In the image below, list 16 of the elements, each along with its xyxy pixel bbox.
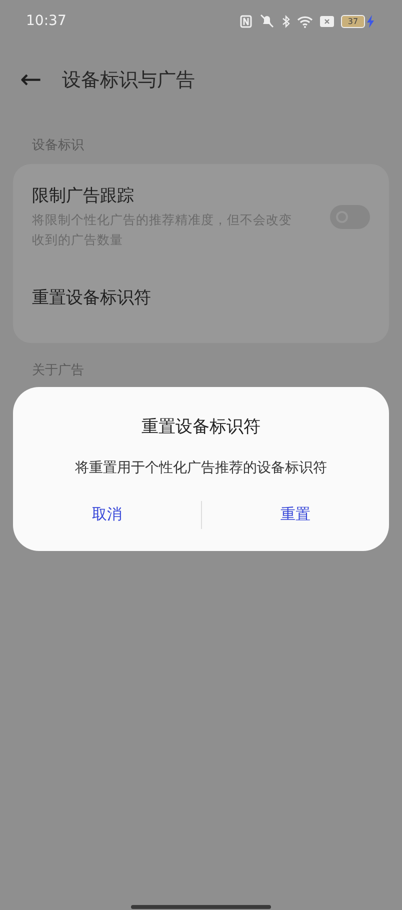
sim-icon — [320, 16, 334, 26]
page-title: 设备标识与广告 — [62, 68, 195, 93]
home-indicator[interactable] — [131, 905, 271, 909]
battery-level: 37 — [341, 14, 365, 28]
bluetooth-icon — [282, 14, 290, 28]
wifi-icon — [297, 14, 313, 28]
setting-title[interactable]: 限制广告跟踪 — [32, 184, 330, 207]
setting-title[interactable]: 重置设备标识符 — [32, 286, 370, 309]
dialog-message: 将重置用于个性化广告推荐的设备标识符 — [75, 459, 327, 477]
bell-muted-icon — [259, 14, 275, 28]
status-time: 10:37 — [26, 13, 68, 29]
confirm-button[interactable]: 重置 — [202, 497, 389, 532]
nfc-icon — [240, 14, 252, 28]
back-button[interactable]: ← — [20, 67, 42, 93]
dialog-title: 重置设备标识符 — [142, 416, 260, 438]
cancel-button[interactable]: 取消 — [13, 497, 200, 532]
